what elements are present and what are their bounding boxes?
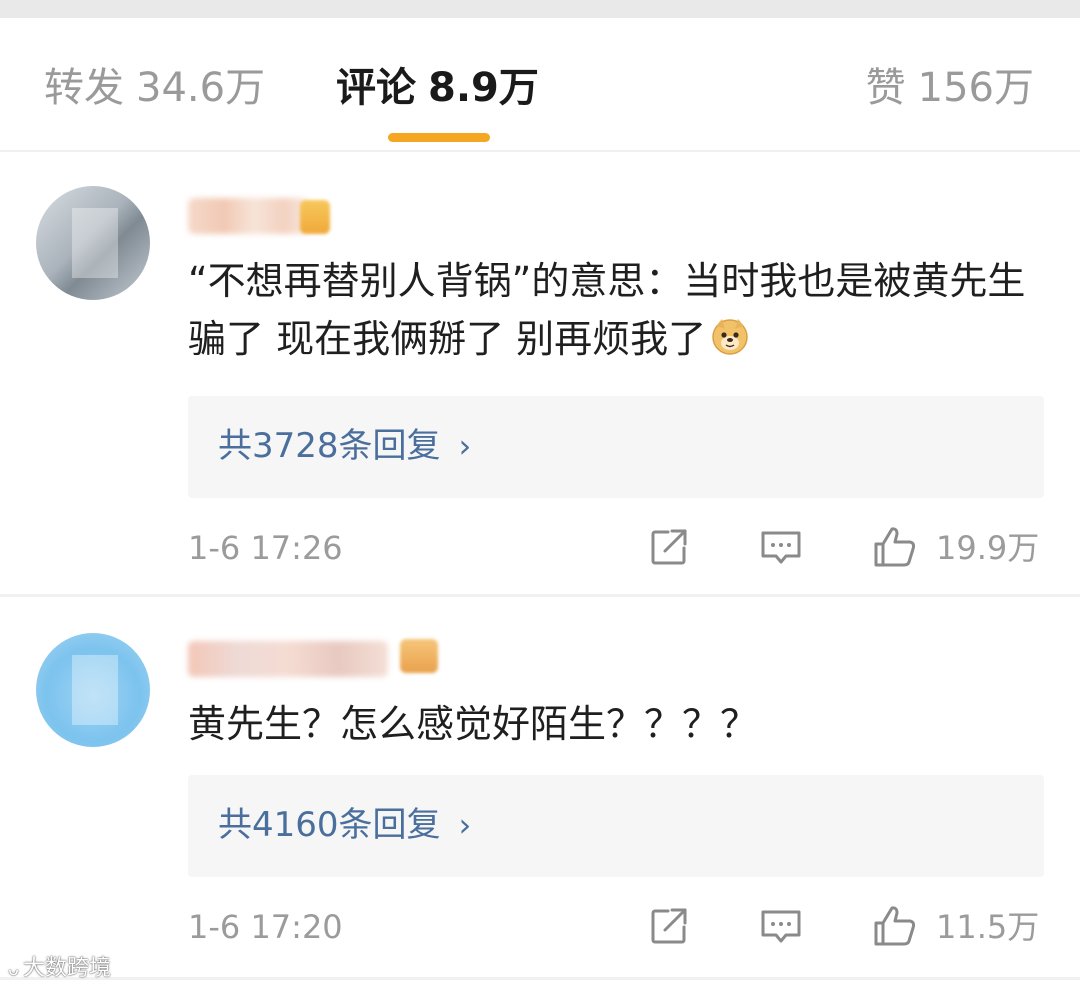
replies-box[interactable]: 共4160条回复 › (188, 775, 1044, 877)
tab-reposts-count: 34.6万 (136, 65, 266, 111)
comment-icon[interactable] (758, 903, 804, 949)
tab-bar: 转发 34.6万 评论 8.9万 赞 156万 (0, 18, 1080, 152)
comment-text-body: 黄先生？怎么感觉好陌生？？？？ (188, 702, 759, 746)
like-count: 19.9万 (936, 529, 1040, 567)
chevron-right-icon: › (458, 427, 472, 465)
comment-item: 黄先生？怎么感觉好陌生？？？？ 共4160条回复 › 1-6 17:20 11.5… (0, 597, 1080, 980)
replies-box[interactable]: 共3728条回复 › (188, 396, 1044, 498)
watermark: ᴗ 大数跨境 (8, 951, 111, 987)
watermark-text: 大数跨境 (23, 956, 112, 981)
comment-text: 黄先生？怎么感觉好陌生？？？？ (188, 695, 1048, 753)
tab-likes-label: 赞 (865, 65, 906, 111)
share-icon[interactable] (646, 903, 692, 949)
comment-item: “不想再替别人背锅”的意思：当时我也是被黄先生骗了 现在我俩掰了 别再烦我了 共… (0, 152, 1080, 597)
tab-comments-label: 评论 (336, 65, 416, 111)
chevron-right-icon: › (458, 806, 472, 844)
share-icon[interactable] (646, 524, 692, 570)
replies-count-label: 共3728条回复 (218, 426, 441, 466)
doge-emoji-icon (712, 319, 748, 355)
user-badge-icon (400, 639, 438, 673)
comment-meta-row: 1-6 17:26 19.9万 (0, 518, 1080, 578)
comment-meta-row: 1-6 17:20 11.5万 (0, 897, 1080, 957)
tab-reposts-label: 转发 (44, 65, 124, 111)
tab-likes[interactable]: 赞 156万 (866, 60, 1034, 116)
comment-timestamp: 1-6 17:26 (188, 529, 343, 567)
like-count: 11.5万 (936, 908, 1040, 946)
comment-timestamp: 1-6 17:20 (188, 908, 343, 946)
status-strip (0, 0, 1080, 18)
tab-comments-count: 8.9万 (428, 65, 539, 111)
avatar[interactable] (36, 186, 150, 300)
thumbs-up-icon[interactable] (872, 524, 918, 570)
watermark-logo-icon: ᴗ (8, 959, 20, 980)
tab-likes-count: 156万 (917, 65, 1034, 111)
tab-comments[interactable]: 评论 8.9万 (336, 60, 539, 116)
replies-link[interactable]: 共3728条回复 › (218, 420, 471, 472)
avatar-blur (72, 655, 118, 725)
username-blurred[interactable] (188, 641, 388, 677)
replies-link[interactable]: 共4160条回复 › (218, 799, 471, 851)
avatar-blur (72, 208, 118, 278)
replies-count-label: 共4160条回复 (218, 805, 441, 845)
thumbs-up-icon[interactable] (872, 903, 918, 949)
avatar[interactable] (36, 633, 150, 747)
comment-text-body: “不想再替别人背锅”的意思：当时我也是被黄先生骗了 现在我俩掰了 别再烦我了 (188, 259, 1026, 361)
comment-icon[interactable] (758, 524, 804, 570)
tab-reposts[interactable]: 转发 34.6万 (44, 60, 265, 116)
comment-text: “不想再替别人背锅”的意思：当时我也是被黄先生骗了 现在我俩掰了 别再烦我了 (188, 252, 1048, 368)
user-badge-icon (300, 200, 330, 234)
username-blurred[interactable] (188, 198, 308, 234)
active-tab-indicator (388, 133, 490, 142)
